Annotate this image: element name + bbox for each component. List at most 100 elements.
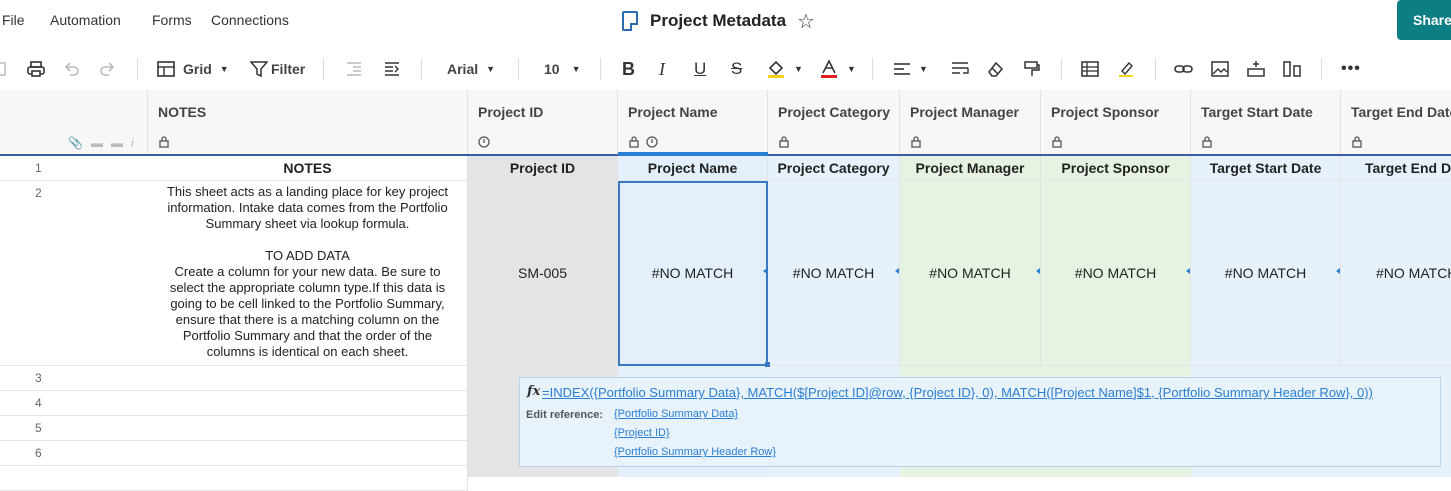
redo-icon[interactable] xyxy=(98,50,116,88)
menu-automation[interactable]: Automation xyxy=(50,12,121,28)
table-cell[interactable]: #NO MATCH xyxy=(1191,181,1341,366)
italic-icon[interactable]: I xyxy=(659,50,665,88)
row-number[interactable]: 6 xyxy=(0,441,148,466)
column-header-project-manager[interactable]: Project Manager xyxy=(900,90,1041,154)
reference-link[interactable]: {Portfolio Summary Header Row} xyxy=(614,446,776,458)
table-cell[interactable]: Project Name xyxy=(618,156,768,181)
view-selector[interactable]: Grid ▼ xyxy=(157,50,229,88)
table-format-icon[interactable] xyxy=(1081,50,1099,88)
column-properties-icon[interactable] xyxy=(1283,50,1301,88)
table-cell[interactable]: NOTES xyxy=(148,156,468,181)
menu-connections[interactable]: Connections xyxy=(211,12,289,28)
column-header-target-start-date[interactable]: Target Start Date xyxy=(1191,90,1341,154)
format-painter-icon[interactable] xyxy=(1023,50,1041,88)
table-cell[interactable] xyxy=(148,416,468,441)
indent-icon[interactable] xyxy=(383,50,401,88)
chevron-down-icon: ▼ xyxy=(794,64,803,74)
toolbar: Grid ▼ Filter Arial ▼ 10 ▼ B I U S ▼ ▼ ▼ xyxy=(0,50,1451,88)
table-cell[interactable]: Project ID xyxy=(468,156,618,181)
table-cell[interactable]: Target Start Date xyxy=(1191,156,1341,181)
reference-link[interactable]: {Project ID} xyxy=(614,427,670,439)
align-button[interactable]: ▼ xyxy=(893,50,928,88)
table-cell[interactable]: #NO MATCH xyxy=(900,181,1041,366)
table-cell[interactable]: #NO MATCH xyxy=(1341,181,1451,366)
proofing-icon: ▬ xyxy=(110,136,123,150)
row-header-corner: 📎 ▬ ▬ i xyxy=(0,90,148,154)
more-options-icon[interactable]: ••• xyxy=(1341,50,1361,88)
column-header-project-name[interactable]: Project Name xyxy=(618,90,768,154)
toolbar-divider xyxy=(137,58,138,80)
column-header-project-sponsor[interactable]: Project Sponsor xyxy=(1041,90,1191,154)
row-number[interactable]: 2 xyxy=(0,181,148,366)
wrap-text-icon[interactable] xyxy=(951,50,969,88)
chevron-down-icon: ▼ xyxy=(919,64,928,74)
favorite-star-icon[interactable]: ☆ xyxy=(797,9,815,34)
menu-file[interactable]: File xyxy=(2,12,25,28)
formula-text[interactable]: =INDEX({Portfolio Summary Data}, MATCH($… xyxy=(542,385,1373,400)
menu-bar: File Automation Forms Connections Projec… xyxy=(0,0,1451,42)
strikethrough-icon[interactable]: S xyxy=(731,50,742,88)
save-icon[interactable] xyxy=(0,50,8,88)
table-cell[interactable]: Project Manager xyxy=(900,156,1041,181)
toolbar-divider xyxy=(421,58,422,80)
column-title: Project Name xyxy=(628,104,718,120)
cell-link-indicator-icon xyxy=(1036,268,1040,274)
filter-button[interactable]: Filter xyxy=(250,50,305,88)
table-cell[interactable] xyxy=(148,466,468,491)
table-cell[interactable]: #NO MATCH xyxy=(768,181,900,366)
underline-icon[interactable]: U xyxy=(694,50,706,88)
table-cell[interactable]: Project Sponsor xyxy=(1041,156,1191,181)
selected-cell[interactable]: #NO MATCH xyxy=(618,181,768,366)
share-button[interactable]: Share xyxy=(1397,0,1451,40)
fill-color-button[interactable]: ▼ xyxy=(766,50,803,88)
menu-forms[interactable]: Forms xyxy=(152,12,192,28)
row-number[interactable]: 1 xyxy=(0,156,148,181)
column-header-project-category[interactable]: Project Category xyxy=(768,90,900,154)
table-cell[interactable]: SM-005 xyxy=(468,181,618,366)
fill-handle[interactable] xyxy=(765,362,770,367)
row-number[interactable] xyxy=(0,466,148,491)
notes-text: This sheet acts as a landing place for k… xyxy=(166,184,449,359)
table-cell[interactable] xyxy=(148,366,468,391)
print-icon[interactable] xyxy=(27,50,45,88)
cell-link-indicator-icon xyxy=(895,268,899,274)
table-cell[interactable]: Target End Da xyxy=(1341,156,1451,181)
toolbar-divider xyxy=(872,58,873,80)
font-family-value: Arial xyxy=(447,61,479,77)
info-icon xyxy=(646,136,658,148)
undo-icon[interactable] xyxy=(63,50,81,88)
row-number[interactable]: 5 xyxy=(0,416,148,441)
info-icon xyxy=(478,136,490,148)
notes-cell[interactable]: This sheet acts as a landing place for k… xyxy=(148,181,468,366)
sheet-title[interactable]: Project Metadata xyxy=(650,11,786,31)
clear-format-icon[interactable] xyxy=(986,50,1004,88)
row-number[interactable]: 4 xyxy=(0,391,148,416)
text-color-button[interactable]: ▼ xyxy=(819,50,856,88)
font-size-select[interactable]: 10 ▼ xyxy=(544,50,581,88)
formula-popup: fx =INDEX({Portfolio Summary Data}, MATC… xyxy=(519,377,1441,467)
bold-icon[interactable]: B xyxy=(622,50,635,88)
grid-icon xyxy=(157,61,175,77)
image-icon[interactable] xyxy=(1211,50,1229,88)
font-size-value: 10 xyxy=(544,61,560,77)
table-cell[interactable]: Project Category xyxy=(768,156,900,181)
table-cell[interactable] xyxy=(148,441,468,466)
comment-icon: ▬ xyxy=(90,136,103,150)
table-cell[interactable]: #NO MATCH xyxy=(1041,181,1191,366)
chevron-down-icon: ▼ xyxy=(219,64,229,74)
insert-row-icon[interactable] xyxy=(1247,50,1265,88)
toolbar-divider xyxy=(600,58,601,80)
column-header-target-end-date[interactable]: Target End Date xyxy=(1341,90,1451,154)
column-title: NOTES xyxy=(158,104,207,120)
link-icon[interactable] xyxy=(1174,50,1194,88)
row-number[interactable]: 3 xyxy=(0,366,148,391)
column-header-project-id[interactable]: Project ID xyxy=(468,90,618,154)
reference-link[interactable]: {Portfolio Summary Data} xyxy=(614,408,738,420)
lock-icon xyxy=(158,136,170,148)
highlight-icon[interactable] xyxy=(1117,50,1135,88)
table-cell[interactable] xyxy=(148,391,468,416)
outdent-icon[interactable] xyxy=(345,50,363,88)
font-family-select[interactable]: Arial ▼ xyxy=(447,50,495,88)
column-title: Project Manager xyxy=(910,104,1019,120)
column-header-notes[interactable]: NOTES xyxy=(148,90,468,154)
